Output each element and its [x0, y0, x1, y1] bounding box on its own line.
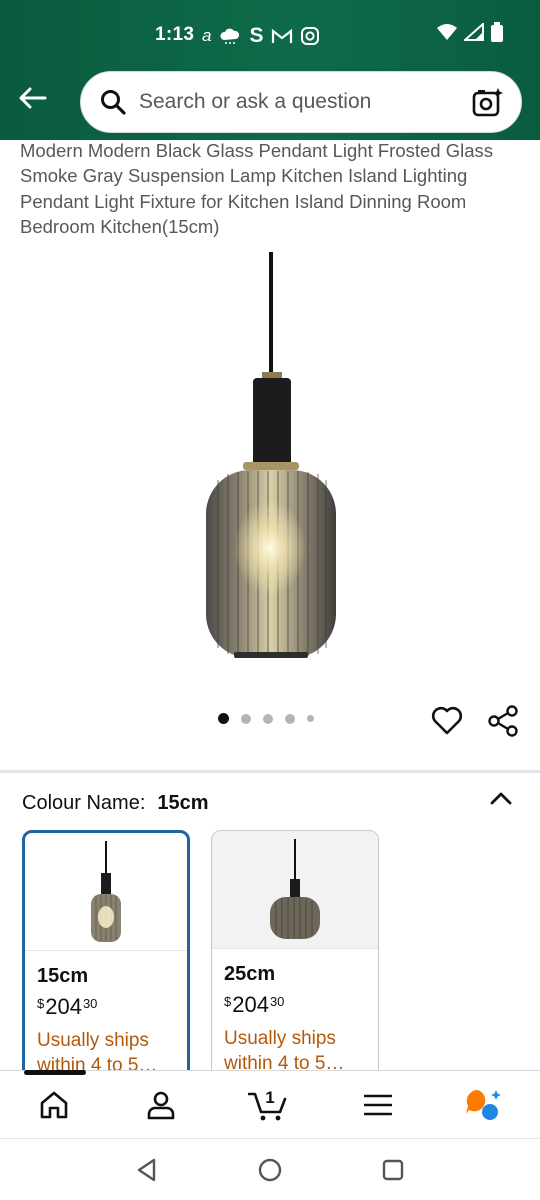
- product-image[interactable]: [150, 250, 390, 670]
- chevron-up-icon: [490, 792, 512, 805]
- status-time: 1:13: [155, 24, 195, 45]
- wifi-icon: [437, 24, 457, 40]
- variant-option-25cm[interactable]: 25cm $204 30 Usually ships within 4 to 5…: [211, 830, 379, 1090]
- variant-price: $204 30: [224, 992, 366, 1018]
- variant-thumbnail: [25, 833, 187, 951]
- variant-option-15cm[interactable]: 15cm $204 30 Usually ships within 4 to 5…: [22, 830, 190, 1090]
- product-title: Modern Modern Black Glass Pendant Light …: [20, 140, 494, 237]
- app-header: Search or ask a question: [0, 66, 540, 140]
- variant-size: 15cm: [37, 965, 89, 987]
- search-input[interactable]: Search or ask a question: [139, 90, 471, 114]
- price-whole: 204: [45, 994, 82, 1019]
- variant-thumbnail: [212, 831, 378, 949]
- image-carousel-dots[interactable]: [218, 713, 314, 724]
- amazon-smile-icon: a: [202, 26, 212, 45]
- carousel-dot[interactable]: [307, 715, 314, 722]
- system-navigation-bar: [0, 1138, 540, 1200]
- battery-icon: [491, 22, 503, 42]
- carousel-dot[interactable]: [285, 713, 295, 724]
- price-currency: $: [37, 996, 45, 1011]
- wishlist-heart-icon[interactable]: [430, 703, 464, 737]
- cart-count: 1: [265, 1088, 274, 1107]
- system-recents-icon[interactable]: [380, 1157, 406, 1183]
- carousel-dot[interactable]: [218, 713, 229, 724]
- variant-label: Colour Name: 15cm: [22, 792, 209, 815]
- variant-shipping: Usually ships within 4 to 5…: [224, 1028, 345, 1074]
- back-button[interactable]: [14, 80, 50, 116]
- status-system-icons: [436, 22, 504, 42]
- instagram-icon: [301, 27, 320, 45]
- home-icon[interactable]: [34, 1087, 74, 1123]
- variant-selected-value: 15cm: [157, 792, 209, 814]
- cart-icon[interactable]: 1: [248, 1087, 288, 1123]
- gmail-icon: [272, 28, 293, 43]
- share-icon[interactable]: [486, 703, 522, 739]
- status-bar: 1:13 a S: [0, 0, 540, 66]
- price-currency: $: [224, 994, 232, 1009]
- carousel-dot[interactable]: [241, 713, 251, 724]
- variant-label-text: Colour Name:: [22, 792, 146, 814]
- camera-search-icon[interactable]: [471, 85, 505, 119]
- system-back-icon[interactable]: [134, 1157, 160, 1183]
- system-home-icon[interactable]: [257, 1157, 283, 1183]
- bottom-navigation: 1: [0, 1070, 540, 1138]
- price-cents: 30: [269, 994, 285, 1009]
- cloud-icon: [220, 28, 240, 44]
- status-notification-icons: a S: [202, 24, 320, 48]
- rufus-assistant-icon[interactable]: [464, 1087, 504, 1123]
- account-icon[interactable]: [141, 1087, 181, 1123]
- carousel-dot[interactable]: [263, 713, 273, 724]
- active-tab-indicator: [24, 1070, 86, 1075]
- collapse-variants-button[interactable]: [486, 784, 516, 814]
- s-app-icon: S: [249, 24, 264, 47]
- section-divider: [0, 770, 540, 773]
- back-arrow-icon: [19, 87, 47, 109]
- price-whole: 204: [232, 992, 269, 1017]
- signal-icon: [464, 23, 484, 41]
- search-bar[interactable]: Search or ask a question: [80, 71, 522, 133]
- variant-price: $204 30: [37, 994, 175, 1020]
- variant-size: 25cm: [224, 963, 276, 985]
- menu-icon[interactable]: [358, 1087, 398, 1123]
- price-cents: 30: [82, 996, 98, 1011]
- search-icon: [99, 88, 127, 116]
